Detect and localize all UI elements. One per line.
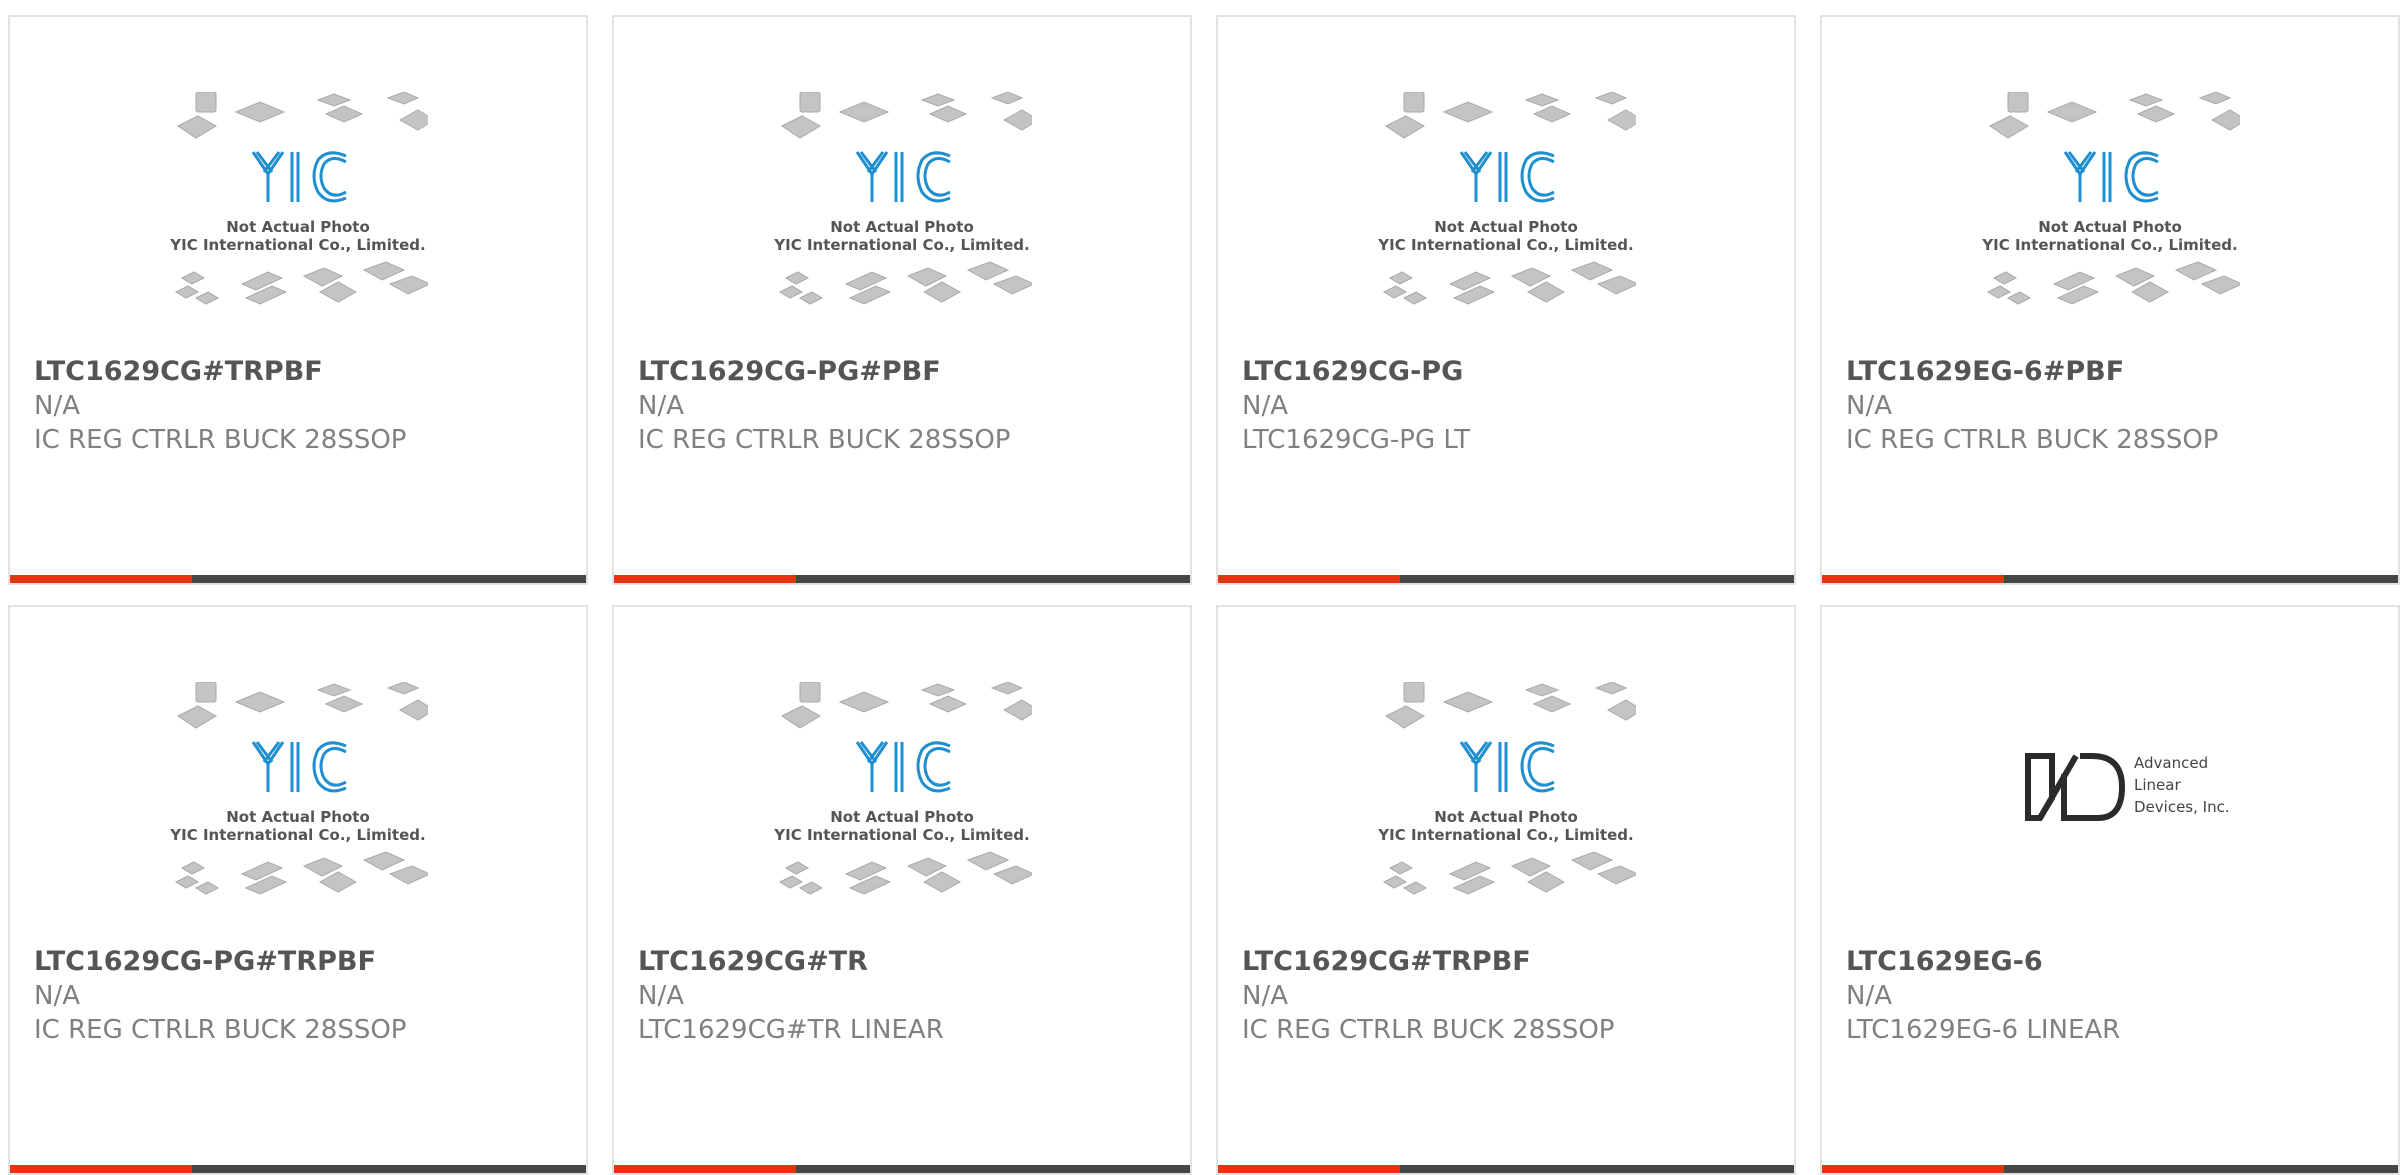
product-info: LTC1629EG-6 N/A LTC1629EG-6 LINEAR [1846, 945, 2378, 1047]
product-card[interactable]: Not Actual Photo YIC International Co., … [612, 15, 1192, 585]
product-info: LTC1629CG#TR N/A LTC1629CG#TR LINEAR [638, 945, 1170, 1047]
part-number-link[interactable]: LTC1629CG#TRPBF [1242, 945, 1774, 979]
image-caption-line1: Not Actual Photo [226, 218, 370, 236]
product-info: LTC1629EG-6#PBF N/A IC REG CTRLR BUCK 28… [1846, 355, 2378, 457]
product-card[interactable]: Not Actual Photo YIC International Co., … [1216, 605, 1796, 1175]
logo-text-line2: Linear [2134, 776, 2181, 794]
product-image-placeholder[interactable]: Not Actual Photo YIC International Co., … [614, 682, 1190, 952]
product-card[interactable]: Not Actual Photo YIC International Co., … [8, 605, 588, 1175]
card-bar-accent [10, 1165, 192, 1173]
logo-text-line1: Advanced [2134, 754, 2208, 772]
card-bottom-bar [10, 1165, 586, 1173]
product-info: LTC1629CG#TRPBF N/A IC REG CTRLR BUCK 28… [1242, 945, 1774, 1047]
product-image-placeholder[interactable]: Not Actual Photo YIC International Co., … [1218, 92, 1794, 362]
card-bottom-bar [10, 575, 586, 583]
product-card[interactable]: Not Actual Photo YIC International Co., … [612, 605, 1192, 1175]
part-number-link[interactable]: LTC1629EG-6 [1846, 945, 2378, 979]
product-image-placeholder[interactable]: Not Actual Photo YIC International Co., … [614, 92, 1190, 362]
card-bar-accent [614, 575, 796, 583]
card-bar-accent [1822, 1165, 2004, 1173]
image-caption-line1: Not Actual Photo [226, 808, 370, 826]
product-image-placeholder[interactable]: Not Actual Photo YIC International Co., … [10, 682, 586, 952]
description: LTC1629EG-6 LINEAR [1846, 1015, 2121, 1045]
product-card[interactable]: Not Actual Photo YIC International Co., … [1820, 15, 2400, 585]
image-caption-line1: Not Actual Photo [1434, 808, 1578, 826]
product-card[interactable]: Not Actual Photo YIC International Co., … [1216, 15, 1796, 585]
image-caption-line2: YIC International Co., Limited. [1981, 236, 2237, 254]
image-caption-line2: YIC International Co., Limited. [1377, 236, 1633, 254]
description: IC REG CTRLR BUCK 28SSOP [1846, 425, 2219, 455]
part-number-link[interactable]: LTC1629CG#TR [638, 945, 1170, 979]
card-bar-accent [1218, 575, 1400, 583]
product-grid: Not Actual Photo YIC International Co., … [0, 0, 2403, 1175]
card-bar-accent [1822, 575, 2004, 583]
manufacturer-logo-image[interactable]: Advanced Linear Devices, Inc. [1822, 682, 2398, 952]
card-bottom-bar [614, 575, 1190, 583]
part-number-link[interactable]: LTC1629EG-6#PBF [1846, 355, 2378, 389]
image-caption-line1: Not Actual Photo [2038, 218, 2182, 236]
product-info: LTC1629CG#TRPBF N/A IC REG CTRLR BUCK 28… [34, 355, 566, 457]
manufacturer: N/A [34, 981, 80, 1011]
part-number-link[interactable]: LTC1629CG-PG#TRPBF [34, 945, 566, 979]
manufacturer: N/A [34, 391, 80, 421]
description: IC REG CTRLR BUCK 28SSOP [34, 425, 407, 455]
card-bottom-bar [1218, 1165, 1794, 1173]
product-image-placeholder[interactable]: Not Actual Photo YIC International Co., … [1822, 92, 2398, 362]
manufacturer: N/A [1846, 981, 1892, 1011]
part-number-link[interactable]: LTC1629CG#TRPBF [34, 355, 566, 389]
card-bar-accent [10, 575, 192, 583]
manufacturer: N/A [1242, 981, 1288, 1011]
image-caption-line2: YIC International Co., Limited. [773, 826, 1029, 844]
product-card[interactable]: Not Actual Photo YIC International Co., … [8, 15, 588, 585]
image-caption-line1: Not Actual Photo [830, 218, 974, 236]
card-bottom-bar [614, 1165, 1190, 1173]
part-number-link[interactable]: LTC1629CG-PG [1242, 355, 1774, 389]
description: LTC1629CG#TR LINEAR [638, 1015, 944, 1045]
card-bottom-bar [1822, 1165, 2398, 1173]
manufacturer: N/A [638, 391, 684, 421]
image-caption-line2: YIC International Co., Limited. [169, 826, 425, 844]
product-card[interactable]: Advanced Linear Devices, Inc. LTC1629EG-… [1820, 605, 2400, 1175]
product-image-placeholder[interactable]: Not Actual Photo YIC International Co., … [10, 92, 586, 362]
card-bar-accent [1218, 1165, 1400, 1173]
description: IC REG CTRLR BUCK 28SSOP [34, 1015, 407, 1045]
ald-logo-icon [2025, 753, 2126, 821]
description: IC REG CTRLR BUCK 28SSOP [638, 425, 1011, 455]
description: IC REG CTRLR BUCK 28SSOP [1242, 1015, 1615, 1045]
product-info: LTC1629CG-PG N/A LTC1629CG-PG LT [1242, 355, 1774, 457]
product-info: LTC1629CG-PG#TRPBF N/A IC REG CTRLR BUCK… [34, 945, 566, 1047]
card-bar-accent [614, 1165, 796, 1173]
manufacturer: N/A [638, 981, 684, 1011]
image-caption-line1: Not Actual Photo [1434, 218, 1578, 236]
description: LTC1629CG-PG LT [1242, 425, 1471, 455]
manufacturer: N/A [1242, 391, 1288, 421]
image-caption-line1: Not Actual Photo [830, 808, 974, 826]
logo-text-line3: Devices, Inc. [2134, 798, 2230, 816]
manufacturer: N/A [1846, 391, 1892, 421]
image-caption-line2: YIC International Co., Limited. [773, 236, 1029, 254]
product-image-placeholder[interactable]: Not Actual Photo YIC International Co., … [1218, 682, 1794, 952]
product-info: LTC1629CG-PG#PBF N/A IC REG CTRLR BUCK 2… [638, 355, 1170, 457]
image-caption-line2: YIC International Co., Limited. [169, 236, 425, 254]
image-caption-line2: YIC International Co., Limited. [1377, 826, 1633, 844]
card-bottom-bar [1822, 575, 2398, 583]
card-bottom-bar [1218, 575, 1794, 583]
part-number-link[interactable]: LTC1629CG-PG#PBF [638, 355, 1170, 389]
